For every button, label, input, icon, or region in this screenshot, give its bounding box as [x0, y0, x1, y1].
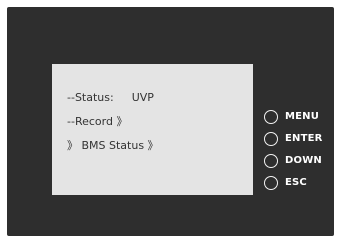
- down-button-label: DOWN: [285, 155, 323, 166]
- enter-button-label: ENTER: [285, 133, 323, 144]
- menu-button-label: MENU: [285, 111, 320, 122]
- esc-button-label: ESC: [285, 177, 307, 188]
- menu-button[interactable]: MENU: [264, 108, 319, 125]
- record-menu-item: --Record 》: [67, 115, 128, 128]
- status-value: UVP: [131, 91, 154, 104]
- menu-button-circle-icon[interactable]: [264, 109, 278, 124]
- status-line: --Status: UVP: [67, 91, 154, 104]
- enter-button[interactable]: ENTER: [264, 130, 323, 147]
- down-button-circle-icon[interactable]: [264, 153, 278, 168]
- down-button[interactable]: DOWN: [264, 152, 322, 169]
- bms-status-menu-item: 》 BMS Status 》: [67, 139, 159, 152]
- status-label: --Status:: [67, 91, 114, 104]
- enter-button-circle-icon[interactable]: [264, 131, 278, 146]
- esc-button-circle-icon[interactable]: [264, 175, 278, 190]
- esc-button[interactable]: ESC: [264, 174, 307, 191]
- lcd-screen: --Status: UVP --Record 》 》 BMS Status 》: [52, 64, 253, 195]
